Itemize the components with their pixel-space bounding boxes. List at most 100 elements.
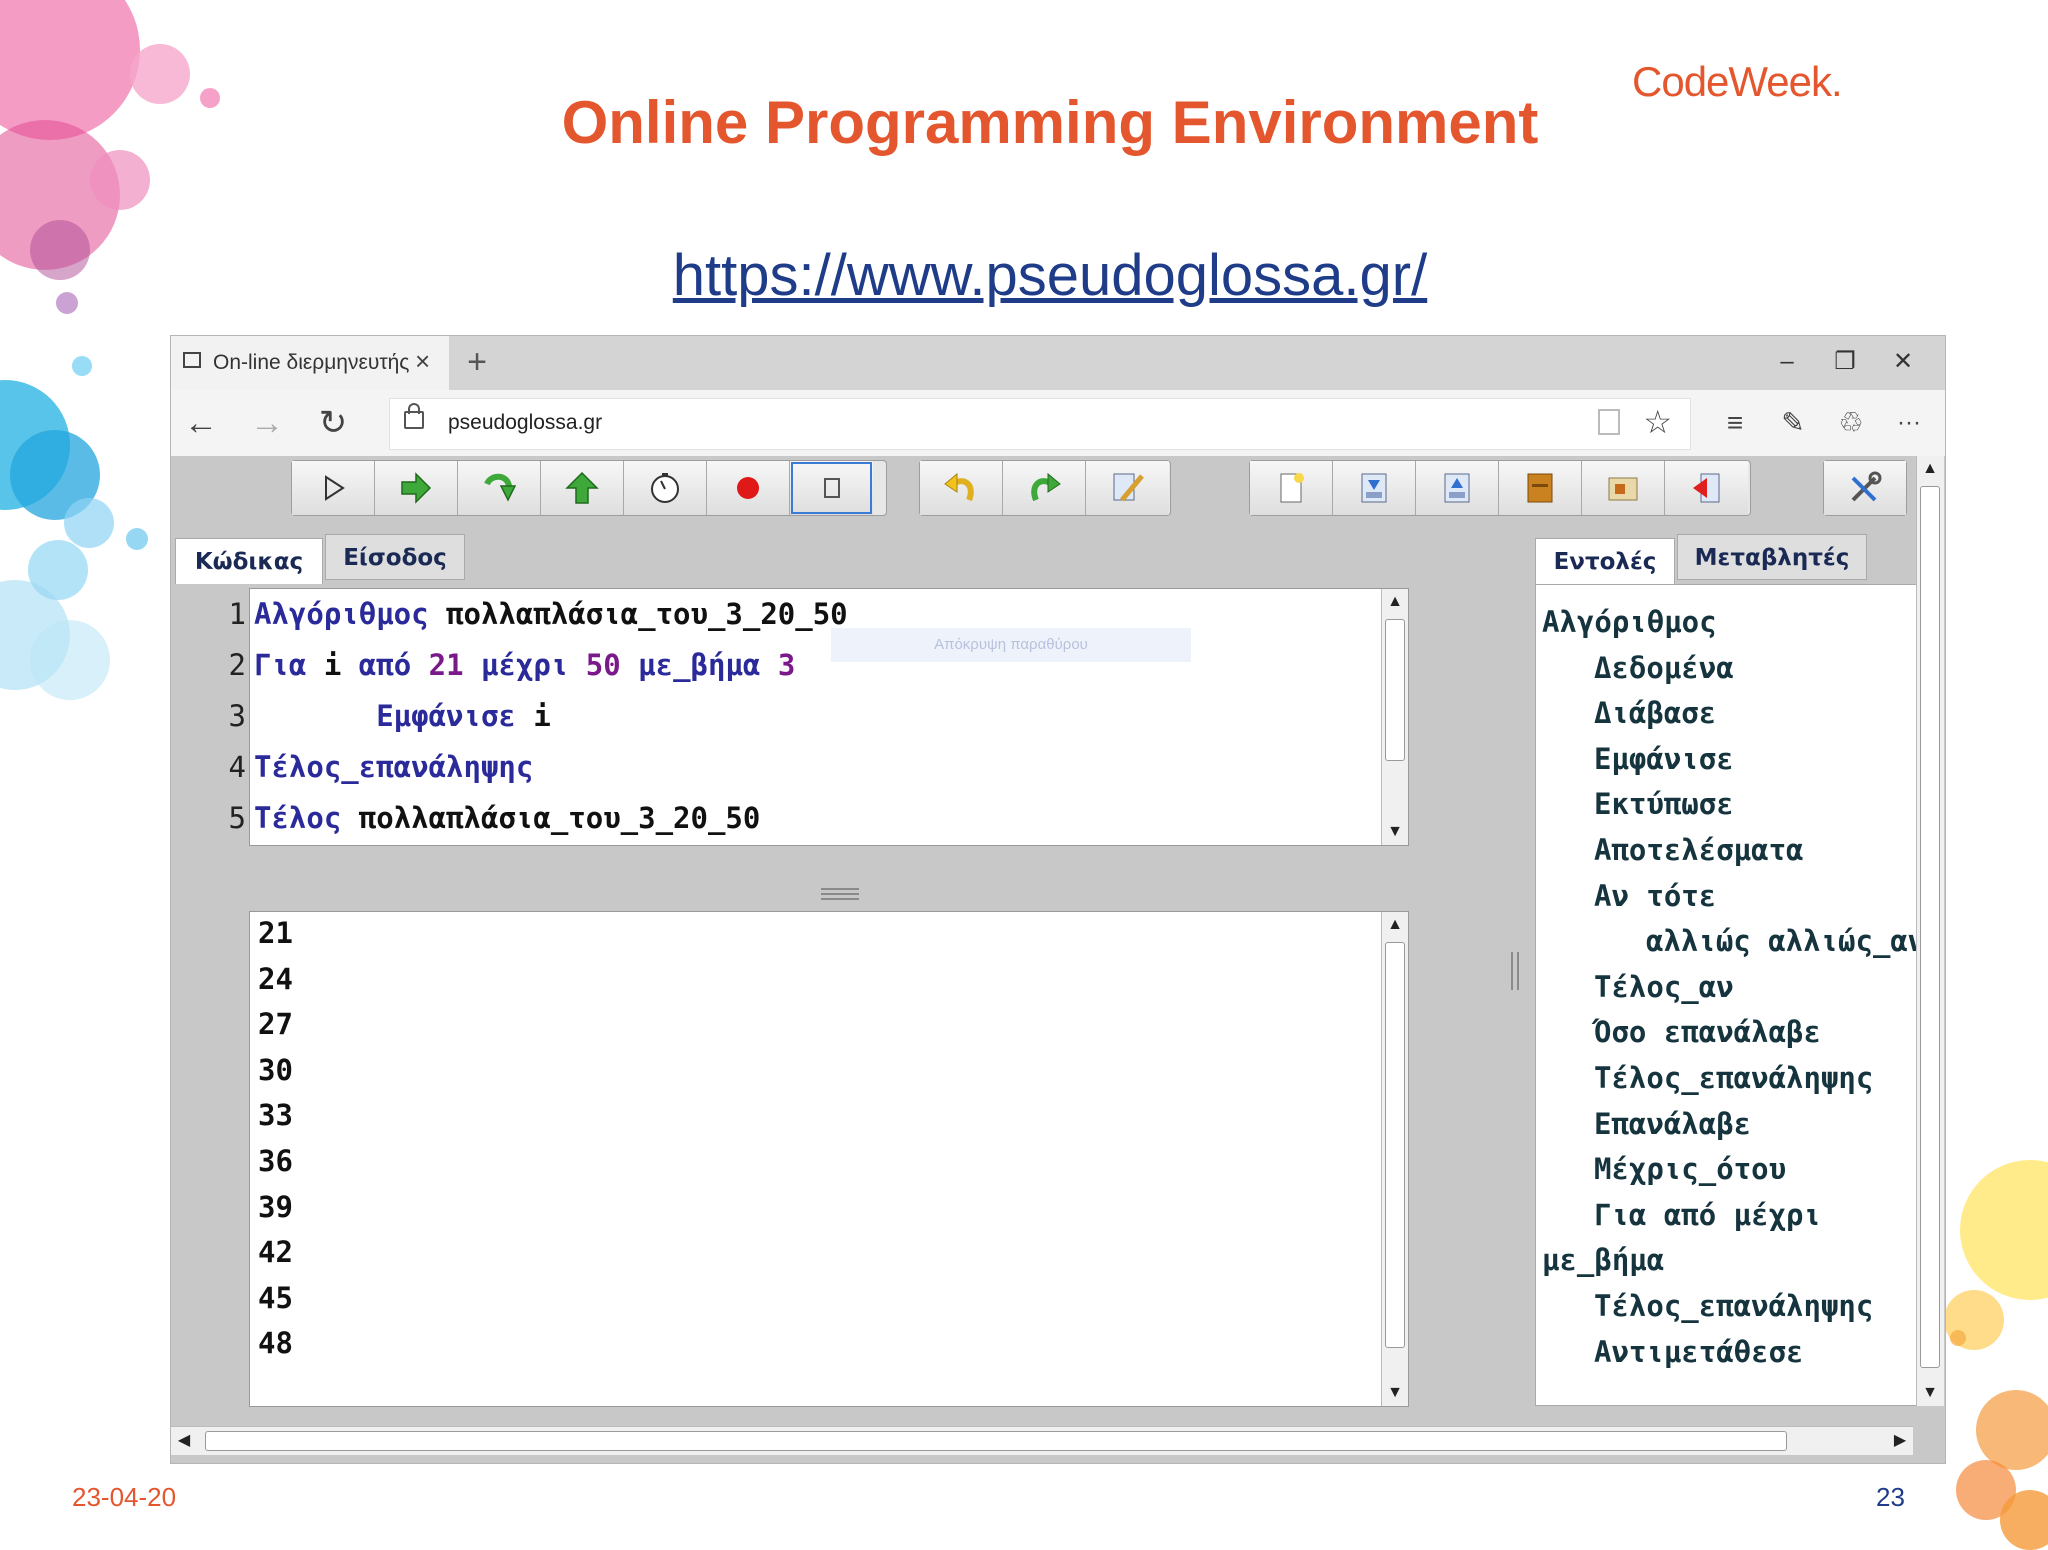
command-item[interactable]: με_βήμα (1542, 1243, 1664, 1277)
scroll-right-icon[interactable]: ▶ (1887, 1427, 1913, 1455)
horizontal-splitter[interactable] (821, 888, 859, 900)
web-note-icon[interactable]: ✎ (1771, 402, 1815, 444)
restore-button[interactable]: ❐ (1823, 344, 1867, 380)
command-item[interactable]: Εκτύπωσε (1594, 787, 1734, 821)
editor-scrollbar[interactable]: ▲ ▼ (1381, 589, 1408, 845)
share-icon[interactable]: ♲ (1829, 402, 1873, 444)
command-item[interactable]: Όσο επανάλαβε (1594, 1015, 1821, 1049)
scroll-up-icon[interactable]: ▲ (1382, 912, 1408, 938)
exit-button[interactable] (1665, 461, 1748, 515)
undo-button[interactable] (920, 461, 1003, 515)
code-line: Εμφάνισε i (254, 699, 551, 733)
code-token: Αλγόριθμος (254, 597, 429, 631)
code-token: i (306, 648, 359, 682)
settings-file-button[interactable] (1582, 461, 1665, 515)
command-item[interactable]: Εμφάνισε (1594, 742, 1734, 776)
exit-icon (1692, 473, 1719, 503)
scroll-thumb[interactable] (205, 1431, 1787, 1451)
scroll-down-icon[interactable]: ▼ (1917, 1380, 1943, 1406)
tools-button[interactable] (1824, 461, 1906, 515)
save-icon (1444, 473, 1470, 503)
scroll-thumb[interactable] (1385, 619, 1405, 761)
forward-button[interactable]: → (245, 402, 289, 444)
command-item[interactable]: Επανάλαβε (1594, 1107, 1751, 1141)
step-into-button[interactable] (458, 461, 541, 515)
toolbar-tools-group (1823, 460, 1907, 516)
command-item[interactable]: Αποτελέσματα (1594, 833, 1804, 867)
timer-button[interactable] (624, 461, 707, 515)
scroll-up-icon[interactable]: ▲ (1917, 456, 1943, 482)
command-item[interactable]: Τέλος_αν (1594, 970, 1734, 1004)
close-tab-icon[interactable]: × (415, 346, 430, 377)
command-item[interactable]: Αλγόριθμος (1542, 605, 1717, 639)
command-item[interactable]: Αν τότε (1594, 879, 1716, 913)
output-scrollbar[interactable]: ▲ ▼ (1381, 912, 1408, 1406)
page-icon (183, 352, 201, 368)
step-out-button[interactable] (541, 461, 624, 515)
more-button[interactable]: ··· (1887, 402, 1931, 444)
code-line: Για i από 21 μέχρι 50 με_βήμα 3 (254, 648, 795, 682)
line-number: 1 (228, 597, 246, 631)
hub-icon[interactable]: ≡ (1713, 402, 1757, 444)
toolbar-edit-group (919, 460, 1171, 516)
run-button[interactable] (292, 461, 375, 515)
new-file-button[interactable] (1250, 461, 1333, 515)
edit-button[interactable] (1086, 461, 1169, 515)
clear-button[interactable] (790, 461, 873, 515)
open-icon (1361, 473, 1387, 503)
refresh-button[interactable]: ↻ (311, 402, 355, 444)
command-item[interactable]: αλλιώς αλλιώς_αν (1646, 924, 1916, 958)
back-button[interactable]: ← (179, 402, 223, 444)
tab-commands[interactable]: Εντολές (1535, 538, 1675, 584)
code-token: 50 (568, 648, 639, 682)
command-item[interactable]: Τέλος_επανάληψης (1594, 1061, 1873, 1095)
site-link[interactable]: https://www.pseudoglossa.gr/ (0, 242, 2048, 309)
reading-view-icon[interactable] (1598, 409, 1620, 435)
command-item[interactable]: Μέχρις_ότου (1594, 1152, 1786, 1186)
code-editor[interactable]: ▲ ▼ 1 Αλγόριθμος πολλαπλάσια_του_3_20_50 2… (229, 588, 1409, 846)
favorite-star-icon[interactable]: ☆ (1643, 403, 1672, 441)
archive-button[interactable] (1499, 461, 1582, 515)
step-over-icon (401, 472, 432, 504)
page-scrollbar[interactable]: ▲ ▼ (1916, 456, 1944, 1406)
command-item[interactable]: Τέλος_επανάληψης (1594, 1289, 1873, 1323)
step-button[interactable] (375, 461, 458, 515)
tab-title: On-line διερμηνευτής γ (213, 351, 409, 374)
tab-variables[interactable]: Μεταβλητές (1677, 534, 1867, 580)
scroll-thumb[interactable] (1920, 486, 1940, 1368)
output-line: 27 (258, 1007, 293, 1042)
close-window-button[interactable]: ✕ (1881, 344, 1925, 380)
minimize-button[interactable]: – (1765, 344, 1809, 380)
save-button[interactable] (1416, 461, 1499, 515)
toolbar-run-group (291, 460, 887, 516)
scroll-down-icon[interactable]: ▼ (1382, 1380, 1408, 1406)
stop-button[interactable] (707, 461, 790, 515)
new-tab-button[interactable]: + (455, 340, 499, 384)
browser-tab[interactable]: On-line διερμηνευτής γ × (171, 336, 449, 390)
clear-icon (823, 478, 840, 498)
command-item[interactable]: Αντιμετάθεσε (1594, 1335, 1804, 1369)
vertical-splitter[interactable] (1511, 952, 1519, 990)
code-token: μέχρι (481, 648, 569, 682)
tab-input[interactable]: Είσοδος (325, 534, 465, 580)
redo-button[interactable] (1003, 461, 1086, 515)
command-item[interactable]: Δεδομένα (1594, 651, 1734, 685)
settings-file-icon (1608, 477, 1638, 501)
command-item[interactable]: Διάβασε (1594, 696, 1716, 730)
toolbar-file-group (1249, 460, 1751, 516)
scroll-down-icon[interactable]: ▼ (1382, 819, 1408, 845)
code-line: Αλγόριθμος πολλαπλάσια_του_3_20_50 (254, 597, 848, 631)
code-token: Τέλος_επανάληψης (254, 750, 534, 784)
code-token: Τέλος (254, 801, 342, 835)
step-out-icon (565, 471, 599, 504)
tab-code[interactable]: Κώδικας (175, 538, 323, 584)
scroll-up-icon[interactable]: ▲ (1382, 589, 1408, 615)
address-bar[interactable]: pseudoglossa.gr ☆ (389, 398, 1691, 450)
browser-window: On-line διερμηνευτής γ × + – ❐ ✕ ← → ↻ p… (170, 335, 1946, 1464)
new-file-icon (1280, 473, 1304, 503)
horizontal-scrollbar[interactable]: ◀ ▶ (171, 1426, 1913, 1455)
scroll-thumb[interactable] (1385, 942, 1405, 1348)
scroll-left-icon[interactable]: ◀ (171, 1427, 197, 1455)
command-item[interactable]: Για από μέχρι (1594, 1198, 1821, 1232)
open-button[interactable] (1333, 461, 1416, 515)
